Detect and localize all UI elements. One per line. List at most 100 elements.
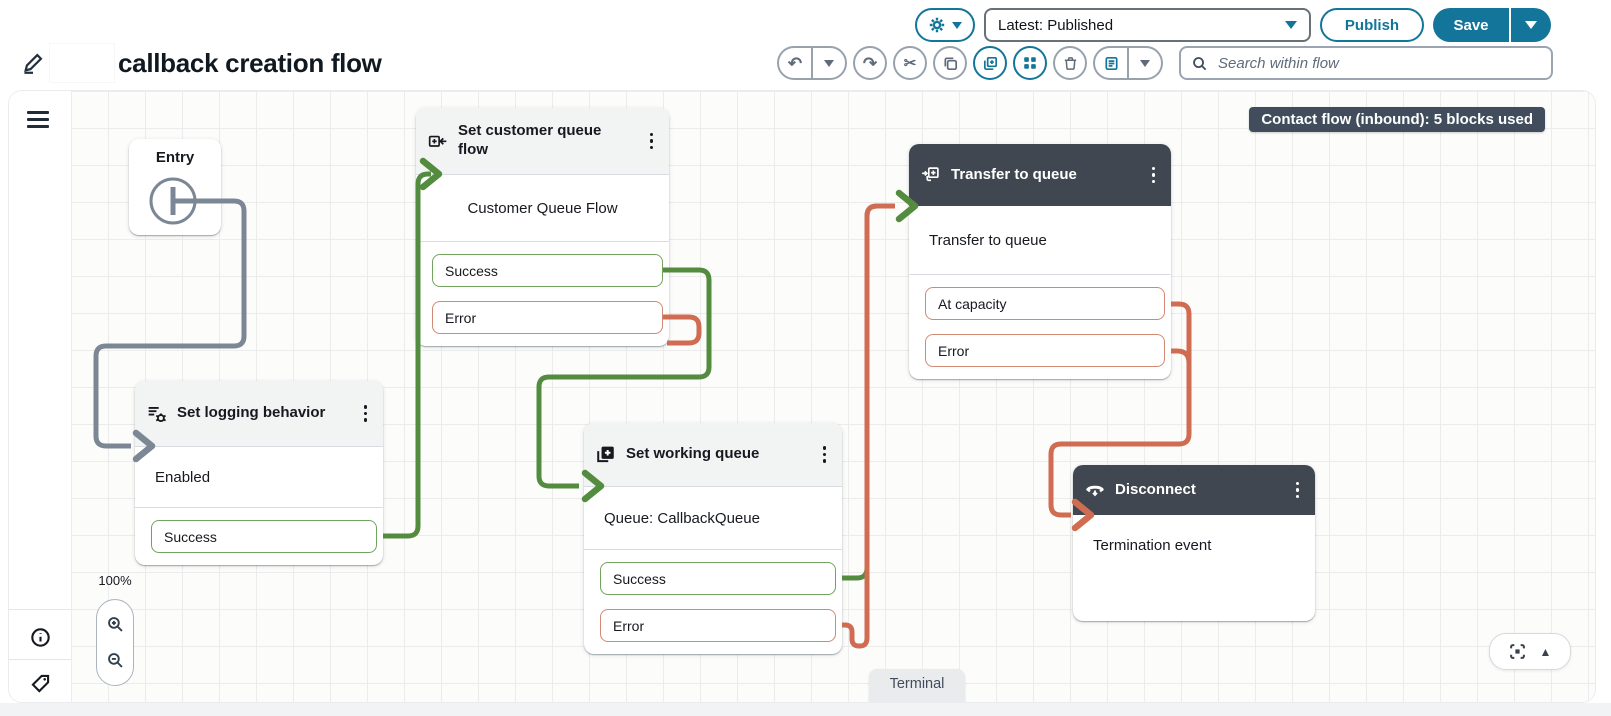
block-summary: Queue: CallbackQueue [584, 487, 842, 549]
block-summary: Customer Queue Flow [416, 175, 669, 241]
block-title: Set logging behavior [177, 404, 350, 423]
version-selector[interactable]: Latest: Published [984, 8, 1311, 42]
block-title: Set customer queue flow [458, 122, 636, 160]
notes-icon [1103, 55, 1120, 72]
scissors-icon: ✂ [904, 56, 917, 71]
copy-button[interactable] [933, 46, 967, 80]
block-title: Transfer to queue [951, 166, 1138, 185]
paste-block-icon [982, 55, 999, 72]
flow-search [1179, 46, 1553, 80]
zoom-out-button[interactable] [106, 651, 125, 670]
save-button[interactable]: Save [1433, 8, 1509, 42]
publish-button[interactable]: Publish [1320, 8, 1424, 42]
save-menu-button[interactable] [1509, 8, 1551, 42]
chevron-down-icon [824, 60, 834, 67]
titlebar: callback creation flow Latest: Published… [0, 0, 1611, 90]
divider [9, 659, 71, 660]
block-terminal[interactable]: Terminal [869, 669, 965, 703]
block-menu-button[interactable] [360, 401, 372, 426]
undo-button[interactable]: ↶ [779, 48, 811, 78]
blocks-layer: Entry Set customer queue flow Customer Q… [8, 90, 1596, 703]
save-split-button: Save [1433, 8, 1551, 42]
set-customer-queue-flow-icon [428, 131, 448, 151]
chevron-down-icon [1525, 21, 1537, 29]
block-disconnect[interactable]: Disconnect Termination event [1073, 465, 1315, 621]
delete-button[interactable] [1053, 46, 1087, 80]
horizontal-scrollbar-track[interactable] [0, 703, 1611, 716]
info-icon [30, 627, 51, 648]
block-title: Entry [129, 149, 221, 166]
triangle-up-icon: ▲ [1540, 645, 1552, 659]
flow-type-badge: Contact flow (inbound): 5 blocks used [1249, 107, 1545, 132]
version-selector-value: Latest: Published [998, 17, 1113, 34]
output-error[interactable]: Error [432, 301, 663, 334]
fit-view-icon [1509, 643, 1526, 660]
gear-icon [928, 16, 946, 34]
flow-canvas[interactable]: Entry Set customer queue flow Customer Q… [8, 90, 1596, 703]
edit-title-icon[interactable] [22, 52, 44, 74]
output-success[interactable]: Success [432, 254, 663, 287]
redo-button[interactable]: ↷ [853, 46, 887, 80]
chevron-down-icon [1140, 60, 1150, 67]
block-title: Disconnect [1115, 481, 1282, 500]
header-actions: Latest: Published Publish Save [915, 8, 1551, 42]
paste-block-button[interactable] [973, 46, 1007, 80]
block-entry[interactable]: Entry [129, 139, 221, 235]
block-menu-button[interactable] [646, 129, 658, 154]
output-success[interactable]: Success [600, 562, 836, 595]
zoom-in-button[interactable] [106, 615, 125, 634]
divider [9, 609, 71, 610]
fit-view-button[interactable] [1509, 643, 1526, 660]
grid-icon [1022, 55, 1038, 71]
copy-icon [942, 55, 959, 72]
flow-notes-button[interactable] [1095, 48, 1127, 78]
undo-icon: ↶ [788, 55, 802, 72]
set-logging-behavior-icon [147, 404, 167, 424]
block-set-customer-queue-flow[interactable]: Set customer queue flow Customer Queue F… [416, 108, 669, 346]
block-transfer-to-queue[interactable]: Transfer to queue Transfer to queue At c… [909, 144, 1171, 379]
output-at-capacity[interactable]: At capacity [925, 287, 1165, 320]
contact-flow-editor: callback creation flow Latest: Published… [0, 0, 1611, 716]
block-menu-button[interactable] [1292, 478, 1304, 503]
block-menu-button[interactable] [819, 442, 831, 467]
flow-settings-button[interactable] [915, 8, 975, 42]
left-sidebar [9, 91, 72, 702]
set-working-queue-icon [596, 445, 616, 465]
block-set-logging-behavior[interactable]: Set logging behavior Enabled Success [135, 381, 383, 565]
output-error[interactable]: Error [925, 334, 1165, 367]
output-success[interactable]: Success [151, 520, 377, 553]
redacted-flow-name [50, 44, 114, 82]
output-error[interactable]: Error [600, 609, 836, 642]
zoom-out-icon [106, 651, 125, 670]
block-summary: Transfer to queue [909, 206, 1171, 274]
disconnect-icon [1085, 480, 1105, 500]
block-title: Set working queue [626, 445, 809, 464]
tags-button[interactable] [30, 673, 51, 694]
canvas-toolbar: ↶ ↷ ✂ [777, 46, 1553, 80]
notes-menu-button[interactable] [1127, 48, 1161, 78]
undo-split-button: ↶ [777, 46, 847, 80]
chevron-down-icon [952, 22, 962, 29]
info-button[interactable] [30, 627, 51, 648]
flow-title-group: callback creation flow [22, 44, 382, 82]
transfer-to-queue-icon [921, 165, 941, 185]
page-title: callback creation flow [118, 48, 382, 79]
redo-icon: ↷ [863, 55, 877, 72]
collapse-panel-button[interactable]: ▲ [1540, 646, 1552, 658]
trash-icon [1062, 55, 1079, 72]
canvas-view-controls: ▲ [1489, 633, 1571, 670]
zoom-controls [96, 599, 134, 686]
undo-menu-button[interactable] [811, 48, 845, 78]
search-icon [1191, 55, 1208, 72]
chevron-down-icon [1285, 21, 1297, 29]
arrange-blocks-button[interactable] [1013, 46, 1047, 80]
menu-icon[interactable] [27, 111, 49, 132]
block-menu-button[interactable] [1148, 163, 1160, 188]
block-summary: Enabled [135, 447, 383, 507]
tag-icon [30, 673, 51, 694]
zoom-level: 100% [96, 573, 134, 588]
block-summary: Termination event [1073, 515, 1315, 621]
search-input[interactable] [1216, 54, 1541, 73]
cut-button[interactable]: ✂ [893, 46, 927, 80]
block-set-working-queue[interactable]: Set working queue Queue: CallbackQueue S… [584, 423, 842, 654]
